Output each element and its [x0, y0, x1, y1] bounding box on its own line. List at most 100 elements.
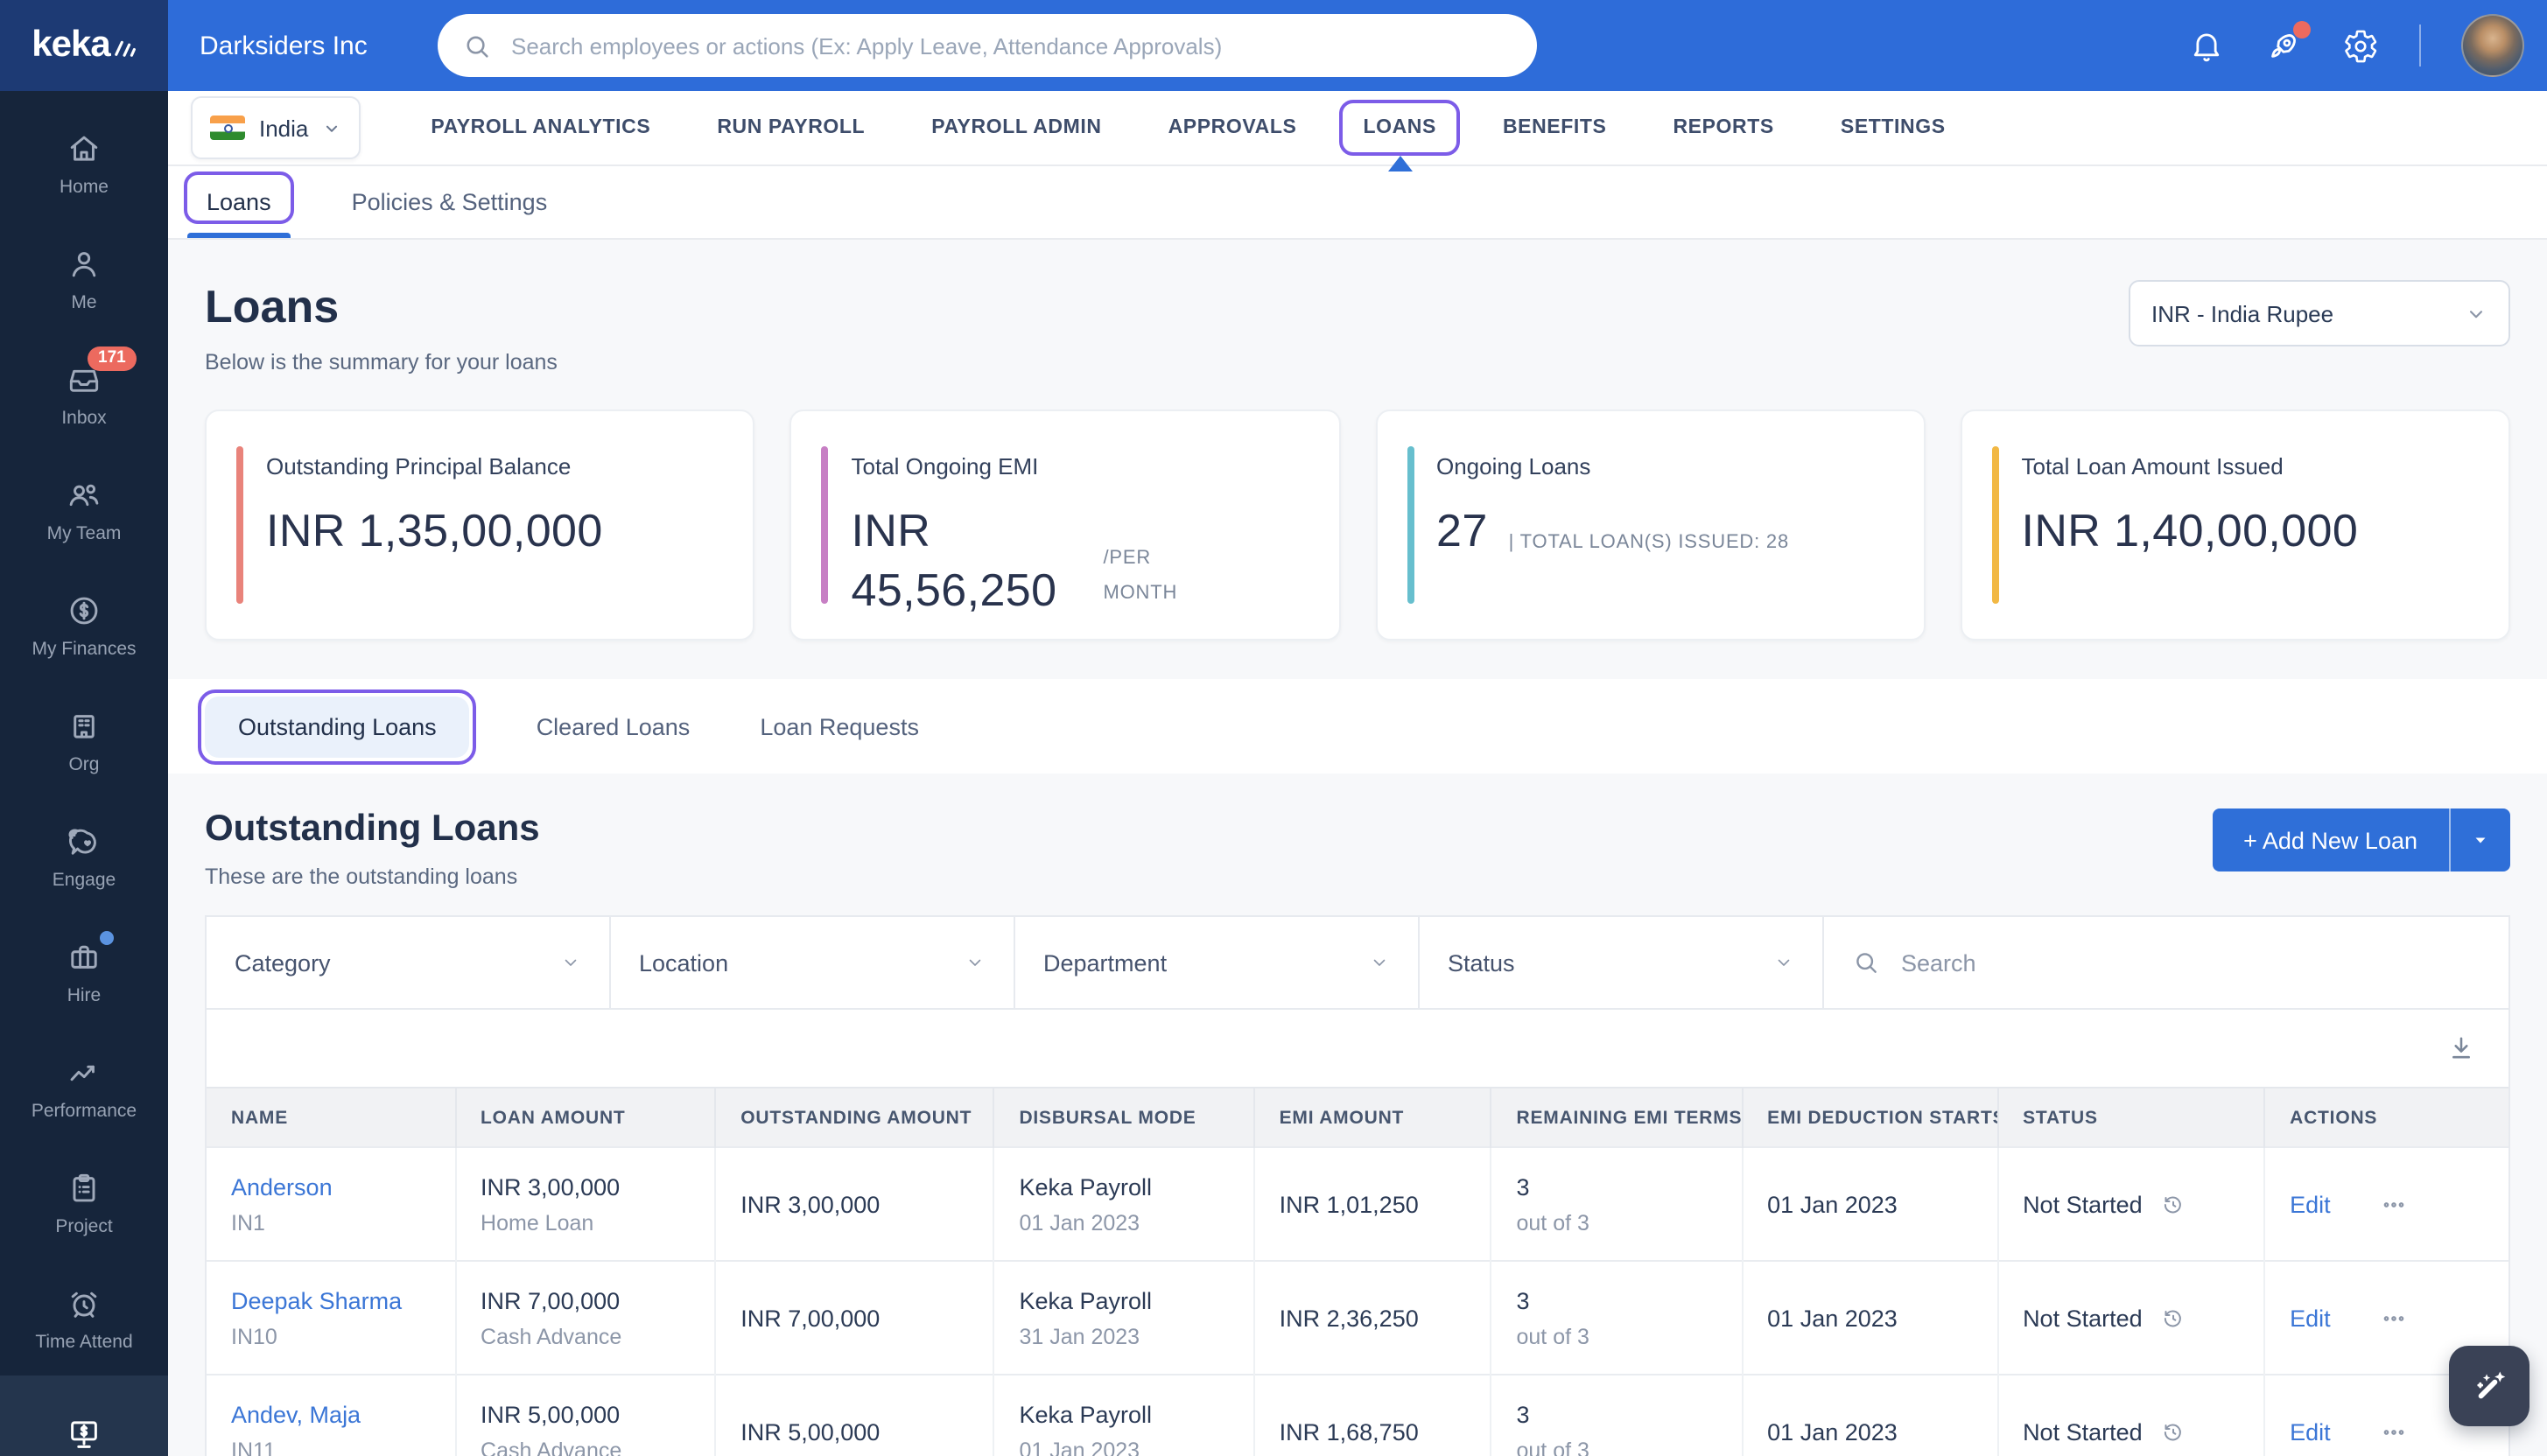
team-icon	[65, 475, 103, 514]
edit-loan-link[interactable]: Edit	[2290, 1305, 2331, 1331]
user-icon	[65, 244, 103, 283]
user-avatar[interactable]	[2461, 14, 2524, 77]
payroll-icon	[65, 1414, 103, 1452]
subtab-loans[interactable]: Loans	[184, 164, 294, 238]
loan-tab-outstanding-loans[interactable]: Outstanding Loans	[197, 689, 478, 764]
filter-department[interactable]: Department	[1015, 917, 1420, 1008]
column-header-outstanding-amount[interactable]: OUTSTANDING AMOUNT	[715, 1088, 995, 1147]
column-header-disbursal-mode[interactable]: DISBURSAL MODE	[993, 1088, 1255, 1147]
card-accent-bar	[821, 446, 829, 604]
cell-name: Andev, Maja IN11	[207, 1374, 457, 1456]
table-search[interactable]	[1824, 917, 2508, 1008]
employee-name-link[interactable]: Andev, Maja	[231, 1401, 440, 1427]
loan-status: Not Started	[2023, 1305, 2143, 1331]
history-icon[interactable]	[2160, 1305, 2186, 1331]
sidebar-item-performance[interactable]: Performance	[0, 1029, 168, 1144]
inbox-icon: 171	[65, 346, 137, 398]
nav-tab-payroll-admin[interactable]: PAYROLL ADMIN	[928, 110, 1105, 145]
country-selector[interactable]: India	[191, 96, 361, 159]
card-label: Total Ongoing EMI	[851, 453, 1039, 480]
more-actions-icon[interactable]	[2380, 1303, 2410, 1333]
chevron-down-icon	[1369, 952, 1390, 973]
filter-label: Status	[1448, 949, 1515, 976]
nav-tab-run-payroll[interactable]: RUN PAYROLL	[713, 110, 868, 145]
chevron-down-icon	[1773, 952, 1794, 973]
sidebar-item-home[interactable]: Home	[0, 105, 168, 220]
module-nav: India PAYROLL ANALYTICS RUN PAYROLL PAYROL…	[168, 91, 2547, 172]
table-header-row: NAME LOAN AMOUNT OUTSTANDING AMOUNT DISBURS…	[207, 1088, 2508, 1147]
whats-new-rocket-icon[interactable]	[2265, 20, 2311, 64]
settings-gear-icon[interactable]	[2342, 27, 2379, 64]
loan-status: Not Started	[2023, 1191, 2143, 1217]
column-header-remaining-emi-terms[interactable]: REMAINING EMI TERMS	[1491, 1088, 1744, 1147]
notifications-bell-icon[interactable]	[2188, 27, 2225, 64]
add-loan-dropdown-caret[interactable]	[2449, 808, 2510, 872]
employee-id: IN10	[231, 1324, 277, 1348]
loan-tab-cleared-loans[interactable]: Cleared Loans	[533, 696, 694, 757]
logo-text: keka	[32, 24, 110, 65]
nav-tab-benefits[interactable]: BENEFITS	[1499, 110, 1610, 145]
sidebar-item-my-team[interactable]: My Team	[0, 452, 168, 567]
column-header-emi-amount[interactable]: EMI AMOUNT	[1253, 1088, 1492, 1147]
loan-tab-loan-requests[interactable]: Loan Requests	[756, 696, 923, 757]
currency-selector[interactable]: INR - India Rupee	[2129, 280, 2510, 346]
filter-status[interactable]: Status	[1420, 917, 1824, 1008]
nav-tab-loans[interactable]: LOANS	[1338, 100, 1461, 172]
employee-name-link[interactable]: Deepak Sharma	[231, 1287, 440, 1313]
table-search-input[interactable]	[1898, 948, 2480, 977]
more-actions-icon[interactable]	[2380, 1417, 2410, 1446]
cell-remaining-terms: 3 out of 3	[1491, 1374, 1744, 1456]
loans-table: NAME LOAN AMOUNT OUTSTANDING AMOUNT DISBURS…	[207, 1088, 2508, 1456]
keka-logo[interactable]: keka	[0, 0, 168, 91]
column-header-status[interactable]: STATUS	[1997, 1088, 2266, 1147]
cell-status: Not Started	[1997, 1374, 2266, 1456]
column-header-emi-deduction-starts[interactable]: EMI DEDUCTION STARTS	[1742, 1088, 1999, 1147]
nav-tab-reports[interactable]: REPORTS	[1669, 110, 1777, 145]
sidebar-item-time-attend[interactable]: Time Attend	[0, 1260, 168, 1376]
card-label: Ongoing Loans	[1436, 453, 1591, 480]
section-title: Outstanding Loans	[205, 808, 540, 849]
sidebar-item-payroll[interactable]	[0, 1376, 168, 1456]
cell-emi-amount: INR 1,01,250	[1253, 1146, 1492, 1261]
history-icon[interactable]	[2160, 1191, 2186, 1217]
sidebar-item-inbox[interactable]: 171 Inbox	[0, 336, 168, 452]
nav-tab-settings[interactable]: SETTINGS	[1837, 110, 1949, 145]
sidebar-item-label: Hire	[67, 984, 102, 1005]
column-header-actions[interactable]: ACTIONS	[2264, 1088, 2508, 1147]
filter-label: Category	[235, 949, 331, 976]
sidebar-item-hire[interactable]: Hire	[0, 914, 168, 1029]
more-actions-icon[interactable]	[2380, 1189, 2410, 1219]
employee-name-link[interactable]: Anderson	[231, 1173, 440, 1200]
nav-tab-approvals[interactable]: APPROVALS	[1165, 110, 1301, 145]
column-header-loan-amount[interactable]: LOAN AMOUNT	[455, 1088, 717, 1147]
edit-loan-link[interactable]: Edit	[2290, 1191, 2331, 1217]
subtab-policies-settings[interactable]: Policies & Settings	[352, 164, 548, 238]
company-name: Darksiders Inc	[200, 31, 368, 60]
filter-location[interactable]: Location	[611, 917, 1015, 1008]
sidebar-item-label: Project	[55, 1215, 113, 1236]
loan-amount: INR 3,00,000	[481, 1173, 621, 1200]
column-header-name[interactable]: NAME	[207, 1088, 457, 1147]
search-icon	[462, 31, 492, 60]
summary-card-total-loan-amount-issued: Total Loan Amount Issued INR 1,40,00,000	[1960, 410, 2510, 640]
global-search[interactable]	[438, 14, 1537, 77]
org-icon	[65, 706, 103, 745]
add-new-loan-button[interactable]: + Add New Loan	[2212, 808, 2510, 872]
global-search-input[interactable]	[508, 31, 1512, 60]
sidebar-item-org[interactable]: Org	[0, 682, 168, 798]
cell-disbursal-mode: Keka Payroll 01 Jan 2023	[993, 1374, 1255, 1456]
history-icon[interactable]	[2160, 1418, 2186, 1445]
magic-assistant-button[interactable]	[2449, 1346, 2529, 1426]
download-icon[interactable]	[2445, 1032, 2477, 1064]
sidebar-item-my-finances[interactable]: My Finances	[0, 567, 168, 682]
sidebar-item-project[interactable]: Project	[0, 1144, 168, 1260]
chevron-down-icon	[560, 952, 581, 973]
top-header: keka Darksiders Inc	[0, 0, 2547, 91]
sidebar-item-label: Home	[59, 176, 109, 197]
caret-down-icon	[2475, 837, 2486, 844]
sidebar-item-me[interactable]: Me	[0, 220, 168, 336]
edit-loan-link[interactable]: Edit	[2290, 1418, 2331, 1445]
sidebar-item-engage[interactable]: Engage	[0, 798, 168, 914]
filter-category[interactable]: Category	[207, 917, 611, 1008]
nav-tab-payroll-analytics[interactable]: PAYROLL ANALYTICS	[427, 110, 654, 145]
